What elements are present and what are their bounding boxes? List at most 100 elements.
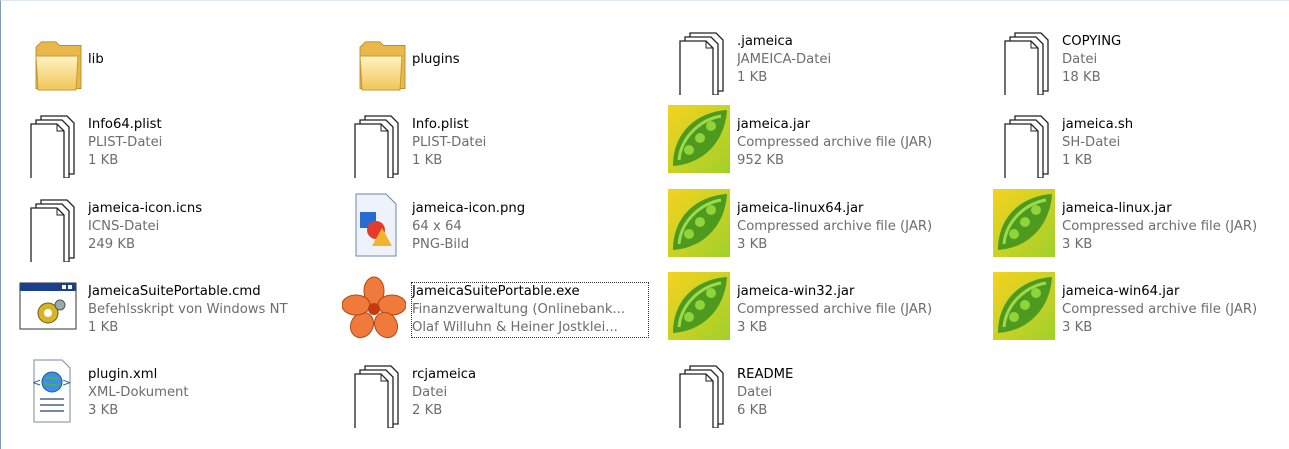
file-size: 6 KB <box>737 403 768 418</box>
file-name: JameicaSuitePortable.cmd <box>88 284 261 299</box>
file-size: 1 KB <box>88 320 119 335</box>
file-item-text: JameicaSuitePortable.exe Finanzverwaltung… <box>411 282 649 338</box>
file-size: 1 KB <box>1062 153 1093 168</box>
file-item-text: .jameica JAMEICA-Datei 1 KB <box>737 33 977 87</box>
file-item[interactable]: README Datei 6 KB <box>667 352 977 432</box>
file-type: 64 x 64 <box>412 219 462 234</box>
file-item[interactable]: JameicaSuitePortable.exe Finanzverwaltung… <box>342 269 652 349</box>
file-size: 3 KB <box>737 237 768 252</box>
jar-icon <box>992 269 1056 345</box>
file-type: JAMEICA-Datei <box>737 52 832 67</box>
jar-icon <box>667 186 731 262</box>
file-item[interactable]: Info64.plist PLIST-Datei 1 KB <box>18 102 328 182</box>
file-item-text: jameica.jar Compressed archive file (JAR)… <box>737 116 977 170</box>
file-item[interactable]: jameica-win32.jar Compressed archive file… <box>667 269 977 349</box>
file-size: 3 KB <box>1062 237 1093 252</box>
generic-file-icon <box>342 352 406 428</box>
file-item[interactable]: lib <box>18 19 328 99</box>
file-size: 3 KB <box>88 403 119 418</box>
file-name: jameica.sh <box>1062 117 1134 132</box>
file-item[interactable]: < > plugin.xml XML-Dokument 3 KB <box>18 352 328 432</box>
file-item[interactable]: jameica.jar Compressed archive file (JAR)… <box>667 102 977 182</box>
file-type: Compressed archive file (JAR) <box>737 302 933 317</box>
file-item[interactable]: jameica.sh SH-Datei 1 KB <box>992 102 1289 182</box>
jar-icon <box>992 186 1056 262</box>
file-type: XML-Dokument <box>88 385 189 400</box>
file-name: README <box>737 367 794 382</box>
jar-icon <box>667 102 731 178</box>
generic-file-icon <box>667 19 731 95</box>
png-image-icon <box>342 186 406 262</box>
file-item-text: Info64.plist PLIST-Datei 1 KB <box>88 116 328 170</box>
file-type: Finanzverwaltung (Onlinebank... <box>412 302 626 317</box>
file-item-text: rcjameica Datei 2 KB <box>412 366 652 420</box>
file-type: Compressed archive file (JAR) <box>737 219 933 234</box>
svg-text:>: > <box>62 376 71 389</box>
file-item[interactable]: jameica-linux64.jar Compressed archive fi… <box>667 186 977 266</box>
file-item[interactable]: JameicaSuitePortable.cmd Befehlsskript vo… <box>18 269 328 349</box>
generic-file-icon <box>18 102 82 178</box>
file-type: Datei <box>412 385 448 400</box>
file-item-text: lib <box>88 51 328 69</box>
file-name: JameicaSuitePortable.exe <box>412 284 580 299</box>
file-item-text: plugin.xml XML-Dokument 3 KB <box>88 366 328 420</box>
file-size: Olaf Willuhn & Heiner Jostklei... <box>412 320 618 335</box>
file-item-text: JameicaSuitePortable.cmd Befehlsskript vo… <box>88 283 328 337</box>
file-type: Compressed archive file (JAR) <box>737 135 933 150</box>
file-item[interactable]: rcjameica Datei 2 KB <box>342 352 652 432</box>
file-name: jameica.jar <box>737 117 811 132</box>
jar-icon <box>667 269 731 345</box>
file-type: PLIST-Datei <box>412 135 487 150</box>
file-size: PNG-Bild <box>412 237 470 252</box>
file-size: 249 KB <box>88 237 136 252</box>
file-name: plugin.xml <box>88 367 158 382</box>
file-item[interactable]: Info.plist PLIST-Datei 1 KB <box>342 102 652 182</box>
file-type: Compressed archive file (JAR) <box>1062 302 1258 317</box>
generic-file-icon <box>342 102 406 178</box>
generic-file-icon <box>992 102 1056 178</box>
file-name: rcjameica <box>412 367 477 382</box>
file-size: 952 KB <box>737 153 785 168</box>
file-size: 2 KB <box>412 403 443 418</box>
generic-file-icon <box>667 352 731 428</box>
file-name: jameica-linux64.jar <box>737 201 864 216</box>
file-item[interactable]: jameica-win64.jar Compressed archive file… <box>992 269 1289 349</box>
file-item-text: plugins <box>412 51 652 69</box>
file-size: 1 KB <box>412 153 443 168</box>
file-name: jameica-win64.jar <box>1062 284 1180 299</box>
file-list-view[interactable]: lib plugins .jameica JAMEICA-Datei 1 KB COPYI… <box>0 0 1289 449</box>
file-item-text: jameica-linux.jar Compressed archive file… <box>1062 200 1289 254</box>
file-item-text: jameica-icon.png 64 x 64 PNG-Bild <box>412 200 652 254</box>
generic-file-icon <box>992 19 1056 95</box>
xml-document-icon: < > <box>18 352 82 428</box>
file-type: SH-Datei <box>1062 135 1121 150</box>
file-item[interactable]: plugins <box>342 19 652 99</box>
file-item-text: jameica-win64.jar Compressed archive file… <box>1062 283 1289 337</box>
svg-text:<: < <box>32 376 41 389</box>
file-name: jameica-icon.icns <box>88 201 203 216</box>
file-name: lib <box>88 52 104 67</box>
file-name: COPYING <box>1062 34 1122 49</box>
file-name: .jameica <box>737 34 793 49</box>
file-type: Compressed archive file (JAR) <box>1062 219 1258 234</box>
folder-icon <box>18 19 82 95</box>
file-name: jameica-linux.jar <box>1062 201 1172 216</box>
file-name: jameica-win32.jar <box>737 284 855 299</box>
file-item[interactable]: .jameica JAMEICA-Datei 1 KB <box>667 19 977 99</box>
file-type: ICNS-Datei <box>88 219 160 234</box>
generic-file-icon <box>18 186 82 262</box>
file-item[interactable]: jameica-icon.icns ICNS-Datei 249 KB <box>18 186 328 266</box>
file-size: 18 KB <box>1062 70 1101 85</box>
file-size: 1 KB <box>737 70 768 85</box>
file-size: 3 KB <box>737 320 768 335</box>
file-item[interactable]: COPYING Datei 18 KB <box>992 19 1289 99</box>
file-name: jameica-icon.png <box>412 201 526 216</box>
file-item-text: README Datei 6 KB <box>737 366 977 420</box>
file-type: PLIST-Datei <box>88 135 163 150</box>
file-item-text: COPYING Datei 18 KB <box>1062 33 1289 87</box>
cmd-script-icon <box>18 269 82 345</box>
file-size: 3 KB <box>1062 320 1093 335</box>
file-item[interactable]: jameica-linux.jar Compressed archive file… <box>992 186 1289 266</box>
file-item[interactable]: jameica-icon.png 64 x 64 PNG-Bild <box>342 186 652 266</box>
file-item-text: jameica-linux64.jar Compressed archive fi… <box>737 200 977 254</box>
